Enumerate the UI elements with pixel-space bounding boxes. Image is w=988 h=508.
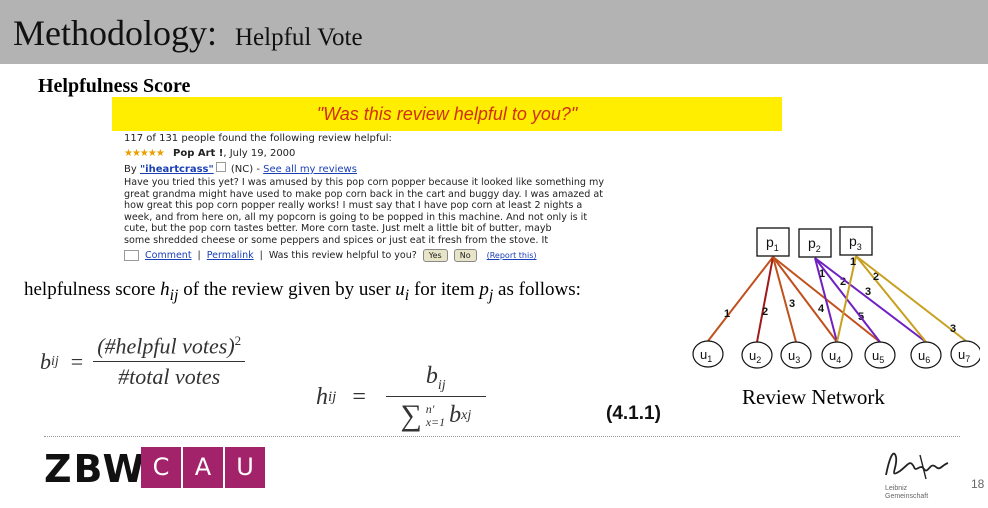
- zbw-logo: ZBW: [44, 447, 147, 491]
- cau-letter-c: C: [141, 447, 183, 488]
- eq1-denominator: #total votes: [118, 364, 221, 390]
- leibniz-text: Leibniz Gemeinschaft: [885, 485, 928, 501]
- title-main: Methodology:: [13, 13, 217, 53]
- eq1-numerator: (#helpful votes): [97, 333, 235, 359]
- edge-label: 1: [850, 256, 856, 268]
- desc-part2: of the review given by user: [178, 279, 396, 300]
- cau-letter-a: A: [183, 447, 225, 488]
- rating-stars-icon: ★★★★★: [124, 148, 165, 159]
- comment-icon: [124, 250, 139, 261]
- report-link[interactable]: (Report this): [487, 251, 537, 260]
- cau-logo: C A U: [141, 447, 267, 488]
- desc-p: p: [479, 279, 489, 300]
- leibniz-line2: Gemeinschaft: [885, 493, 929, 500]
- review-banner: "Was this review helpful to you?": [112, 97, 782, 131]
- review-actions: Comment | Permalink | Was this review he…: [124, 249, 537, 262]
- product-node: p2: [798, 228, 832, 258]
- review-date: , July 19, 2000: [223, 148, 296, 159]
- user-node: u7: [950, 340, 980, 368]
- edge-label: 3: [950, 323, 956, 335]
- user-node: u2: [741, 341, 773, 369]
- eq2-sum-upper: n′: [425, 401, 435, 416]
- user-node: u4: [821, 341, 853, 369]
- no-button[interactable]: No: [453, 249, 477, 262]
- review-title-line: ★★★★★ Pop Art !, July 19, 2000: [124, 148, 295, 159]
- network-edge: [756, 256, 774, 343]
- eq2-lhs: h: [316, 384, 328, 411]
- eq2-sum-lower: x=1: [425, 414, 446, 429]
- review-network-diagram: 12345123123p1p2p3u1u2u3u4u5u6u7: [692, 226, 980, 369]
- product-node: p3: [839, 226, 873, 256]
- user-node: u1: [692, 340, 724, 368]
- eq2-lhs-sub: ij: [328, 389, 337, 406]
- equation-h: h ij = bij ∑ n′ x=1 b xj: [316, 363, 486, 433]
- slide-title: Methodology: Helpful Vote: [13, 12, 363, 54]
- user-node: u3: [780, 341, 812, 369]
- eq2-numerator: b: [425, 363, 438, 389]
- profile-icon: [215, 162, 226, 172]
- product-node: p1: [756, 227, 790, 257]
- eq1-lhs: b: [40, 348, 51, 374]
- user-node: u6: [910, 341, 942, 369]
- author-link[interactable]: "iheartcrass": [140, 164, 214, 175]
- desc-h: h: [160, 279, 170, 300]
- desc-u: u: [395, 279, 405, 300]
- eq1-sup: 2: [234, 333, 242, 348]
- permalink-link[interactable]: Permalink: [207, 250, 254, 261]
- description-text: helpfulness score hij of the review give…: [24, 279, 644, 307]
- desc-part4: as follows:: [493, 279, 581, 300]
- eq2-equals: =: [352, 384, 366, 411]
- votes-line: 117 of 131 people found the following re…: [124, 133, 392, 144]
- desc-part3: for item: [409, 279, 480, 300]
- footer-divider: [44, 436, 960, 437]
- cau-letter-u: U: [225, 447, 267, 488]
- page-number: 18: [971, 477, 985, 491]
- eq1-lhs-sub: ij: [51, 353, 59, 369]
- edge-label: 2: [762, 306, 768, 318]
- edge-label: 3: [789, 298, 795, 310]
- review-author-line: By "iheartcrass" (NC) - See all my revie…: [124, 162, 357, 175]
- review-title: Pop Art !: [173, 148, 224, 159]
- leibniz-line1: Leibniz: [885, 485, 908, 492]
- eq2-den-sub: xj: [461, 407, 472, 423]
- by-label: By: [124, 164, 140, 175]
- eq2-fraction: bij ∑ n′ x=1 b xj: [385, 363, 486, 433]
- user-node: u5: [864, 341, 896, 369]
- author-location: (NC) -: [227, 164, 264, 175]
- review-body: Have you tried this yet? I was amused by…: [124, 177, 605, 245]
- network-label: Review Network: [742, 385, 885, 409]
- equation-b: b ij = (#helpful votes)2 #total votes: [40, 333, 246, 390]
- eq1-equals: =: [70, 348, 84, 374]
- eq2-num-sub: ij: [437, 377, 446, 393]
- equation-number: (4.1.1): [606, 403, 661, 424]
- edge-label: 1: [724, 308, 730, 320]
- sum-symbol-icon: ∑: [400, 398, 422, 432]
- edge-label: 3: [865, 286, 871, 298]
- section-heading: Helpfulness Score: [38, 75, 191, 97]
- network-edge: [836, 255, 857, 343]
- comment-link[interactable]: Comment: [145, 250, 192, 261]
- see-all-reviews-link[interactable]: See all my reviews: [263, 164, 357, 175]
- yes-button[interactable]: Yes: [422, 249, 448, 262]
- eq1-fraction: (#helpful votes)2 #total votes: [93, 333, 246, 390]
- leibniz-signature-icon: [885, 452, 949, 480]
- desc-part1: helpfulness score: [24, 279, 161, 300]
- eq2-den-var: b: [449, 402, 462, 429]
- network-edge: [855, 255, 927, 343]
- title-subtitle: Helpful Vote: [235, 24, 363, 51]
- helpful-question: Was this review helpful to you?: [268, 250, 417, 261]
- edge-label: 4: [818, 303, 825, 315]
- network-edge: [707, 256, 774, 342]
